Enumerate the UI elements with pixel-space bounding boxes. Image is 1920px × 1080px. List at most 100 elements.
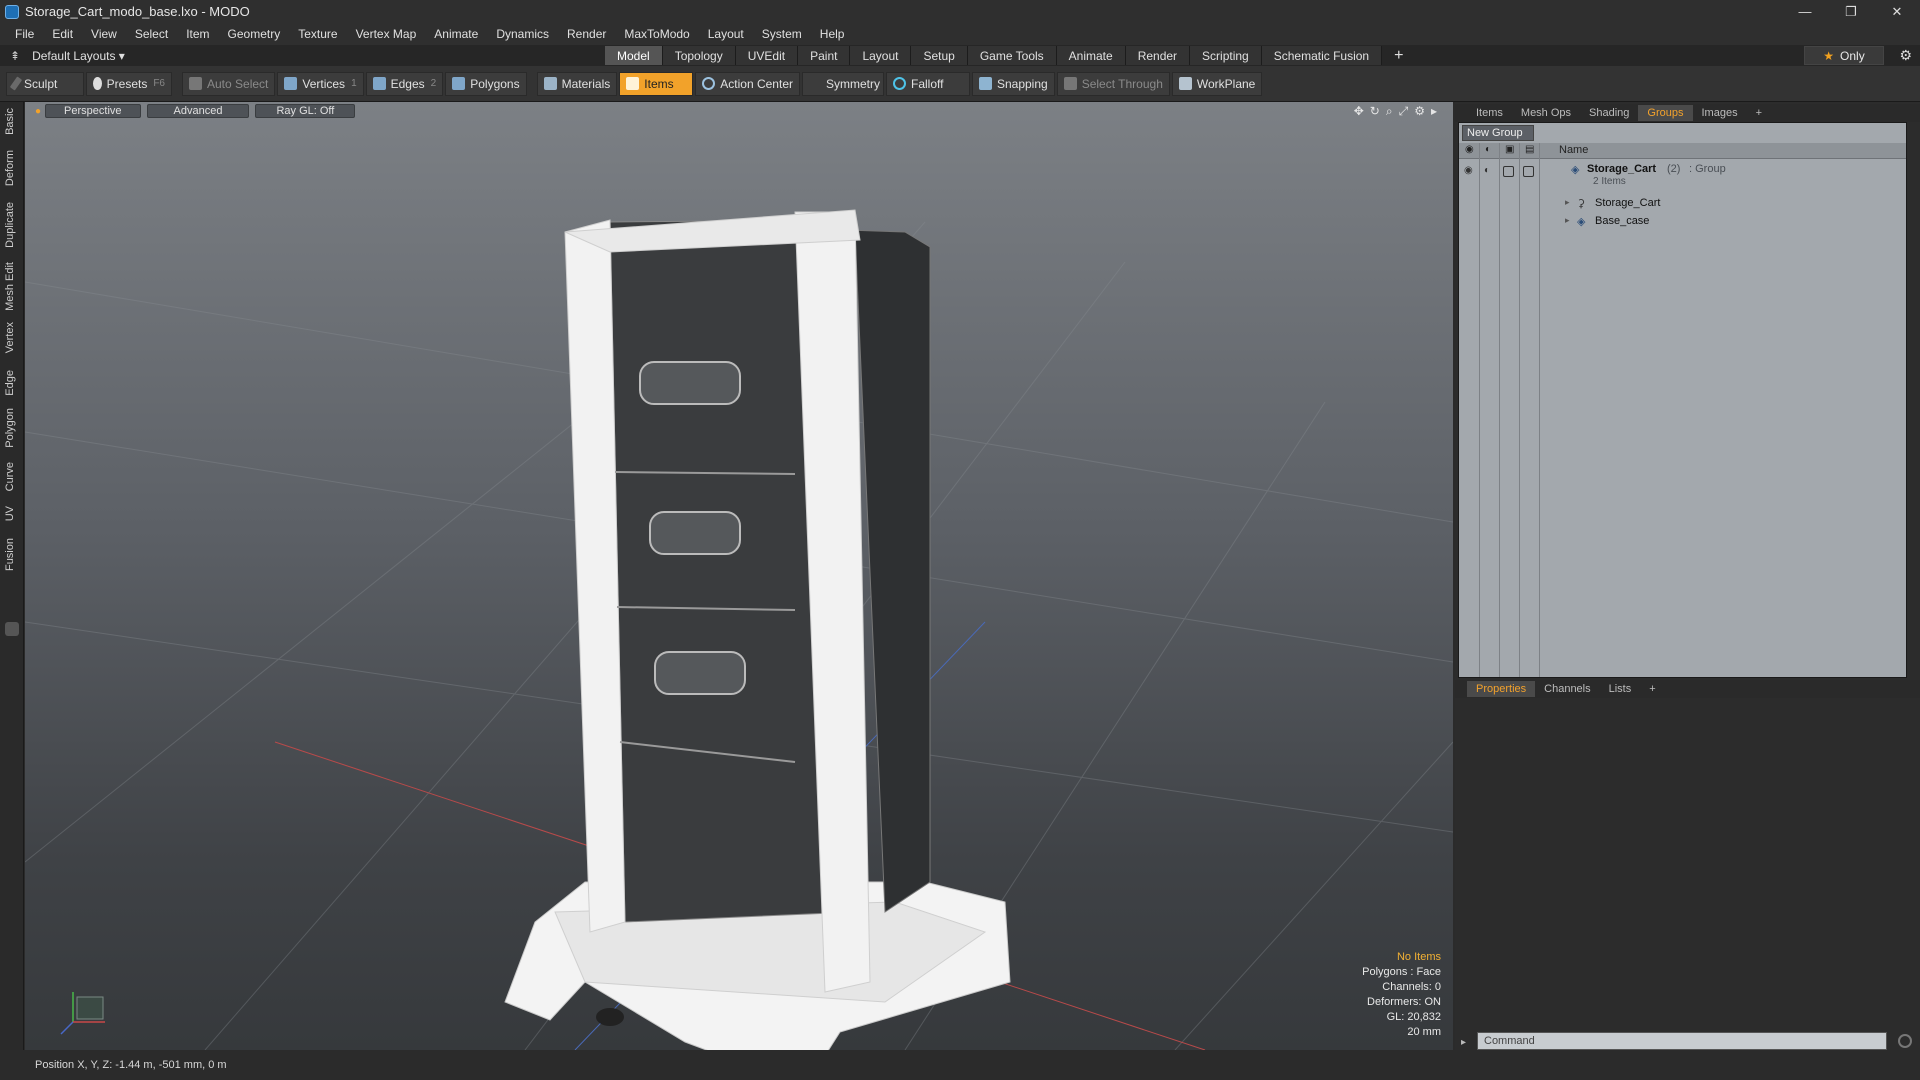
- menu-animate[interactable]: Animate: [425, 27, 487, 41]
- shading-mode-button[interactable]: Advanced: [146, 104, 250, 118]
- storage-cart-model[interactable]: [504, 209, 1011, 1050]
- tab-shading[interactable]: Shading: [1580, 105, 1638, 121]
- 3d-viewport[interactable]: ● Perspective Advanced Ray GL: Off ✥ ↻ ⌕…: [25, 102, 1453, 1050]
- falloff-button[interactable]: Falloff: [885, 71, 970, 96]
- materials-button[interactable]: Materials: [536, 71, 618, 96]
- tab-scripting[interactable]: Scripting: [1190, 46, 1262, 65]
- tab-properties[interactable]: Properties: [1467, 681, 1536, 697]
- minimize-button[interactable]: —: [1782, 0, 1828, 23]
- symmetry-button[interactable]: Symmetry: [801, 71, 884, 96]
- menu-geometry[interactable]: Geometry: [219, 27, 290, 41]
- items-icon: [626, 77, 640, 90]
- tab-layout[interactable]: Layout: [850, 46, 912, 65]
- menu-render[interactable]: Render: [558, 27, 615, 41]
- tab-game-tools[interactable]: Game Tools: [967, 46, 1057, 65]
- list-item[interactable]: ▸ ◈ Base_case: [1459, 213, 1906, 231]
- menu-view[interactable]: View: [82, 27, 126, 41]
- menu-file[interactable]: File: [6, 27, 43, 41]
- tab-images[interactable]: Images: [1693, 105, 1747, 121]
- menu-layout[interactable]: Layout: [699, 27, 753, 41]
- tab-fusion[interactable]: Fusion: [4, 538, 16, 571]
- expand-icon[interactable]: ▸: [1565, 215, 1570, 226]
- add-panel-tab-icon[interactable]: +: [1747, 105, 1771, 121]
- select-checkbox[interactable]: [1523, 166, 1534, 177]
- menu-select[interactable]: Select: [126, 27, 177, 41]
- command-input[interactable]: Command: [1477, 1032, 1887, 1050]
- menu-dynamics[interactable]: Dynamics: [487, 27, 558, 41]
- tab-uvedit[interactable]: UVEdit: [735, 46, 799, 65]
- select-through-button[interactable]: Select Through: [1056, 71, 1170, 96]
- render-toggle-icon[interactable]: ◐: [1484, 165, 1490, 176]
- menu-item[interactable]: Item: [177, 27, 218, 41]
- auto-select-button[interactable]: Auto Select: [182, 71, 276, 96]
- add-tab-button[interactable]: +: [1382, 46, 1415, 65]
- tab-mesh-ops[interactable]: Mesh Ops: [1512, 105, 1580, 121]
- tab-setup[interactable]: Setup: [911, 46, 968, 65]
- left-tab-toggle[interactable]: [5, 622, 19, 636]
- only-toggle[interactable]: ★ Only: [1804, 46, 1884, 65]
- add-props-tab-icon[interactable]: +: [1640, 681, 1664, 697]
- tab-paint[interactable]: Paint: [798, 46, 851, 65]
- menu-edit[interactable]: Edit: [43, 27, 82, 41]
- presets-button[interactable]: Presets F6: [86, 71, 172, 96]
- lock-column-icon[interactable]: ▣: [1505, 144, 1514, 155]
- items-button[interactable]: Items: [619, 71, 694, 96]
- zoom-view-icon[interactable]: ⌕: [1386, 104, 1393, 119]
- viewport-menu-icon[interactable]: ●: [35, 106, 41, 117]
- tab-duplicate[interactable]: Duplicate: [4, 202, 16, 248]
- tab-animate[interactable]: Animate: [1056, 46, 1126, 65]
- tab-groups[interactable]: Groups: [1638, 105, 1693, 121]
- tab-curve[interactable]: Curve: [4, 462, 16, 491]
- gear-icon[interactable]: ⚙: [1899, 47, 1912, 64]
- eye-column-icon[interactable]: ◉: [1465, 144, 1474, 155]
- raygl-button[interactable]: Ray GL: Off: [255, 104, 356, 118]
- snapping-button[interactable]: Snapping: [971, 71, 1055, 96]
- restore-button[interactable]: ❐: [1828, 0, 1874, 23]
- list-item[interactable]: ▸ ⚳ Storage_Cart: [1459, 195, 1906, 213]
- tab-vertex[interactable]: Vertex: [4, 322, 16, 353]
- visibility-icon[interactable]: ◉: [1464, 165, 1473, 176]
- command-expand-icon[interactable]: ▸: [1461, 1037, 1466, 1048]
- tab-lists[interactable]: Lists: [1600, 681, 1641, 697]
- rotate-view-icon[interactable]: ↻: [1370, 104, 1380, 119]
- name-column-header[interactable]: Name: [1559, 144, 1588, 156]
- tab-edge[interactable]: Edge: [4, 370, 16, 396]
- new-group-button[interactable]: New Group: [1462, 125, 1534, 141]
- group-type: : Group: [1689, 163, 1726, 175]
- sculpt-button[interactable]: Sculpt: [6, 71, 84, 96]
- tab-mesh-edit[interactable]: Mesh Edit: [4, 262, 16, 311]
- render-column-icon[interactable]: ◐: [1485, 144, 1491, 155]
- tab-uv[interactable]: UV: [4, 506, 16, 521]
- close-button[interactable]: ✕: [1874, 0, 1920, 23]
- lock-checkbox[interactable]: [1503, 166, 1514, 177]
- action-center-button[interactable]: Action Center: [695, 71, 800, 96]
- tab-model[interactable]: Model: [605, 46, 663, 65]
- edges-button[interactable]: Edges 2: [365, 71, 444, 96]
- layout-preset[interactable]: ⇞ Default Layouts ▾: [0, 49, 125, 63]
- tab-topology[interactable]: Topology: [662, 46, 736, 65]
- workplane-button[interactable]: WorkPlane: [1171, 71, 1263, 96]
- menu-help[interactable]: Help: [811, 27, 854, 41]
- tab-deform[interactable]: Deform: [4, 150, 16, 186]
- fit-view-icon[interactable]: ⤢: [1399, 104, 1409, 119]
- move-view-icon[interactable]: ✥: [1354, 104, 1364, 119]
- tab-render[interactable]: Render: [1125, 46, 1191, 65]
- tab-channels[interactable]: Channels: [1535, 681, 1599, 697]
- viewport-expand-icon[interactable]: ▸: [1431, 104, 1437, 119]
- tab-items[interactable]: Items: [1467, 105, 1512, 121]
- tab-schematic-fusion[interactable]: Schematic Fusion: [1261, 46, 1383, 65]
- menu-vertex-map[interactable]: Vertex Map: [347, 27, 426, 41]
- viewport-settings-icon[interactable]: ⚙: [1414, 104, 1425, 119]
- tab-basic[interactable]: Basic: [4, 108, 16, 135]
- polygons-button[interactable]: Polygons: [445, 71, 527, 96]
- view-type-button[interactable]: Perspective: [45, 104, 141, 118]
- menu-system[interactable]: System: [753, 27, 811, 41]
- command-history-icon[interactable]: [1898, 1034, 1912, 1048]
- expand-icon[interactable]: ▸: [1565, 197, 1570, 208]
- tab-polygon[interactable]: Polygon: [4, 408, 16, 448]
- menu-maxtomodo[interactable]: MaxToModo: [615, 27, 698, 41]
- vertices-button[interactable]: Vertices 1: [277, 71, 364, 96]
- group-row[interactable]: ◉ ◐ ◈ Storage_Cart (2) : Group 2 Items: [1459, 161, 1906, 187]
- select-column-icon[interactable]: ▤: [1525, 144, 1534, 155]
- menu-texture[interactable]: Texture: [289, 27, 346, 41]
